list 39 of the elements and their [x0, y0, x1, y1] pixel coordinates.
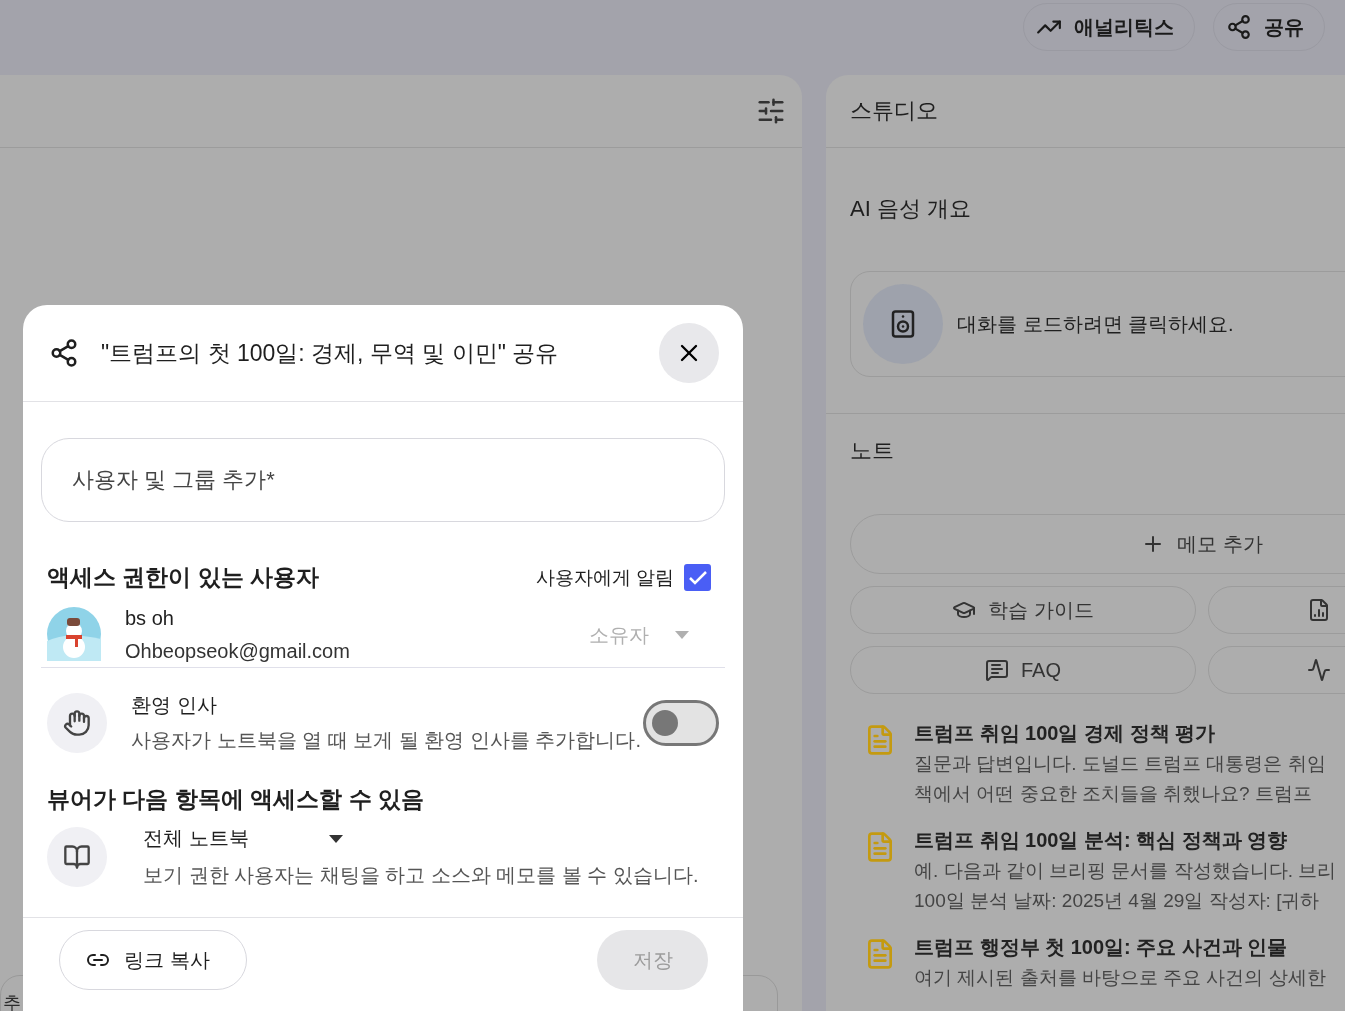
welcome-title: 환영 인사 — [131, 693, 218, 718]
share-icon — [1226, 14, 1252, 40]
settings-icon[interactable] — [756, 96, 786, 126]
section-title: AI 음성 개요 — [850, 195, 972, 223]
caret-icon — [675, 631, 689, 639]
note-preview: 100일 분석 날짜: 2025년 4월 29일 작성자: [귀하 — [914, 889, 1321, 913]
audio-overview-card[interactable]: 대화를 로드하려면 클릭하세요. — [850, 271, 1345, 377]
add-people-field[interactable]: 사용자 및 그룹 추가* — [41, 438, 725, 522]
notify-checkbox[interactable] — [684, 564, 711, 591]
caret-icon — [328, 834, 343, 843]
scope-dropdown[interactable]: 전체 노트북 — [143, 825, 699, 852]
user-name: bs oh — [125, 607, 175, 630]
hand-icon — [63, 709, 91, 737]
welcome-description: 사용자가 노트북을 열 때 보게 될 환영 인사를 추가합니다. — [131, 728, 641, 753]
note-preview: 책에서 어떤 중요한 조치들을 취했나요? 트럼프 — [914, 782, 1313, 806]
scope-description: 보기 권한 사용자는 채팅을 하고 소스와 메모를 볼 수 있습니다. — [143, 863, 699, 888]
share-icon — [49, 338, 79, 368]
note-preview: 여기 제시된 출처를 바탕으로 주요 사건의 상세한 — [914, 966, 1326, 990]
book-icon — [63, 843, 91, 871]
section-title: 노트 — [850, 437, 895, 465]
dialog-title: "트럼프의 첫 100일: 경제, 무역 및 이민" 공유 — [101, 338, 560, 368]
chat-text: 추 — [3, 992, 21, 1011]
note-title[interactable]: 트럼프 취임 100일 경제 정책 평가 — [914, 720, 1326, 747]
note-preview: 예. 다음과 같이 브리핑 문서를 작성했습니다. 브리 — [914, 859, 1337, 883]
notify-label: 사용자에게 알림 — [535, 565, 674, 590]
line-chart-icon — [1307, 658, 1331, 682]
note-preview: 질문과 답변입니다. 도널드 트럼프 대통령은 취임 — [914, 752, 1326, 776]
section-title: 뷰어가 다음 항목에 액세스할 수 있음 — [47, 785, 424, 814]
copy-link-button[interactable]: 링크 복사 — [59, 930, 247, 990]
section-title: 액세스 권한이 있는 사용자 — [47, 563, 320, 592]
avatar — [47, 607, 101, 661]
chat-list-icon — [985, 658, 1009, 682]
note-title[interactable]: 트럼프 취임 100일 분석: 핵심 정책과 영향 — [914, 827, 1337, 854]
panel-title: 스튜디오 — [850, 97, 938, 125]
load-prompt: 대화를 로드하려면 클릭하세요. — [957, 311, 1234, 337]
user-email: Ohbeopseok@gmail.com — [125, 640, 350, 663]
check-icon — [688, 570, 707, 585]
note-title[interactable]: 트럼프 행정부 첫 100일: 주요 사건과 인물 — [914, 934, 1326, 961]
welcome-toggle[interactable] — [643, 700, 719, 746]
